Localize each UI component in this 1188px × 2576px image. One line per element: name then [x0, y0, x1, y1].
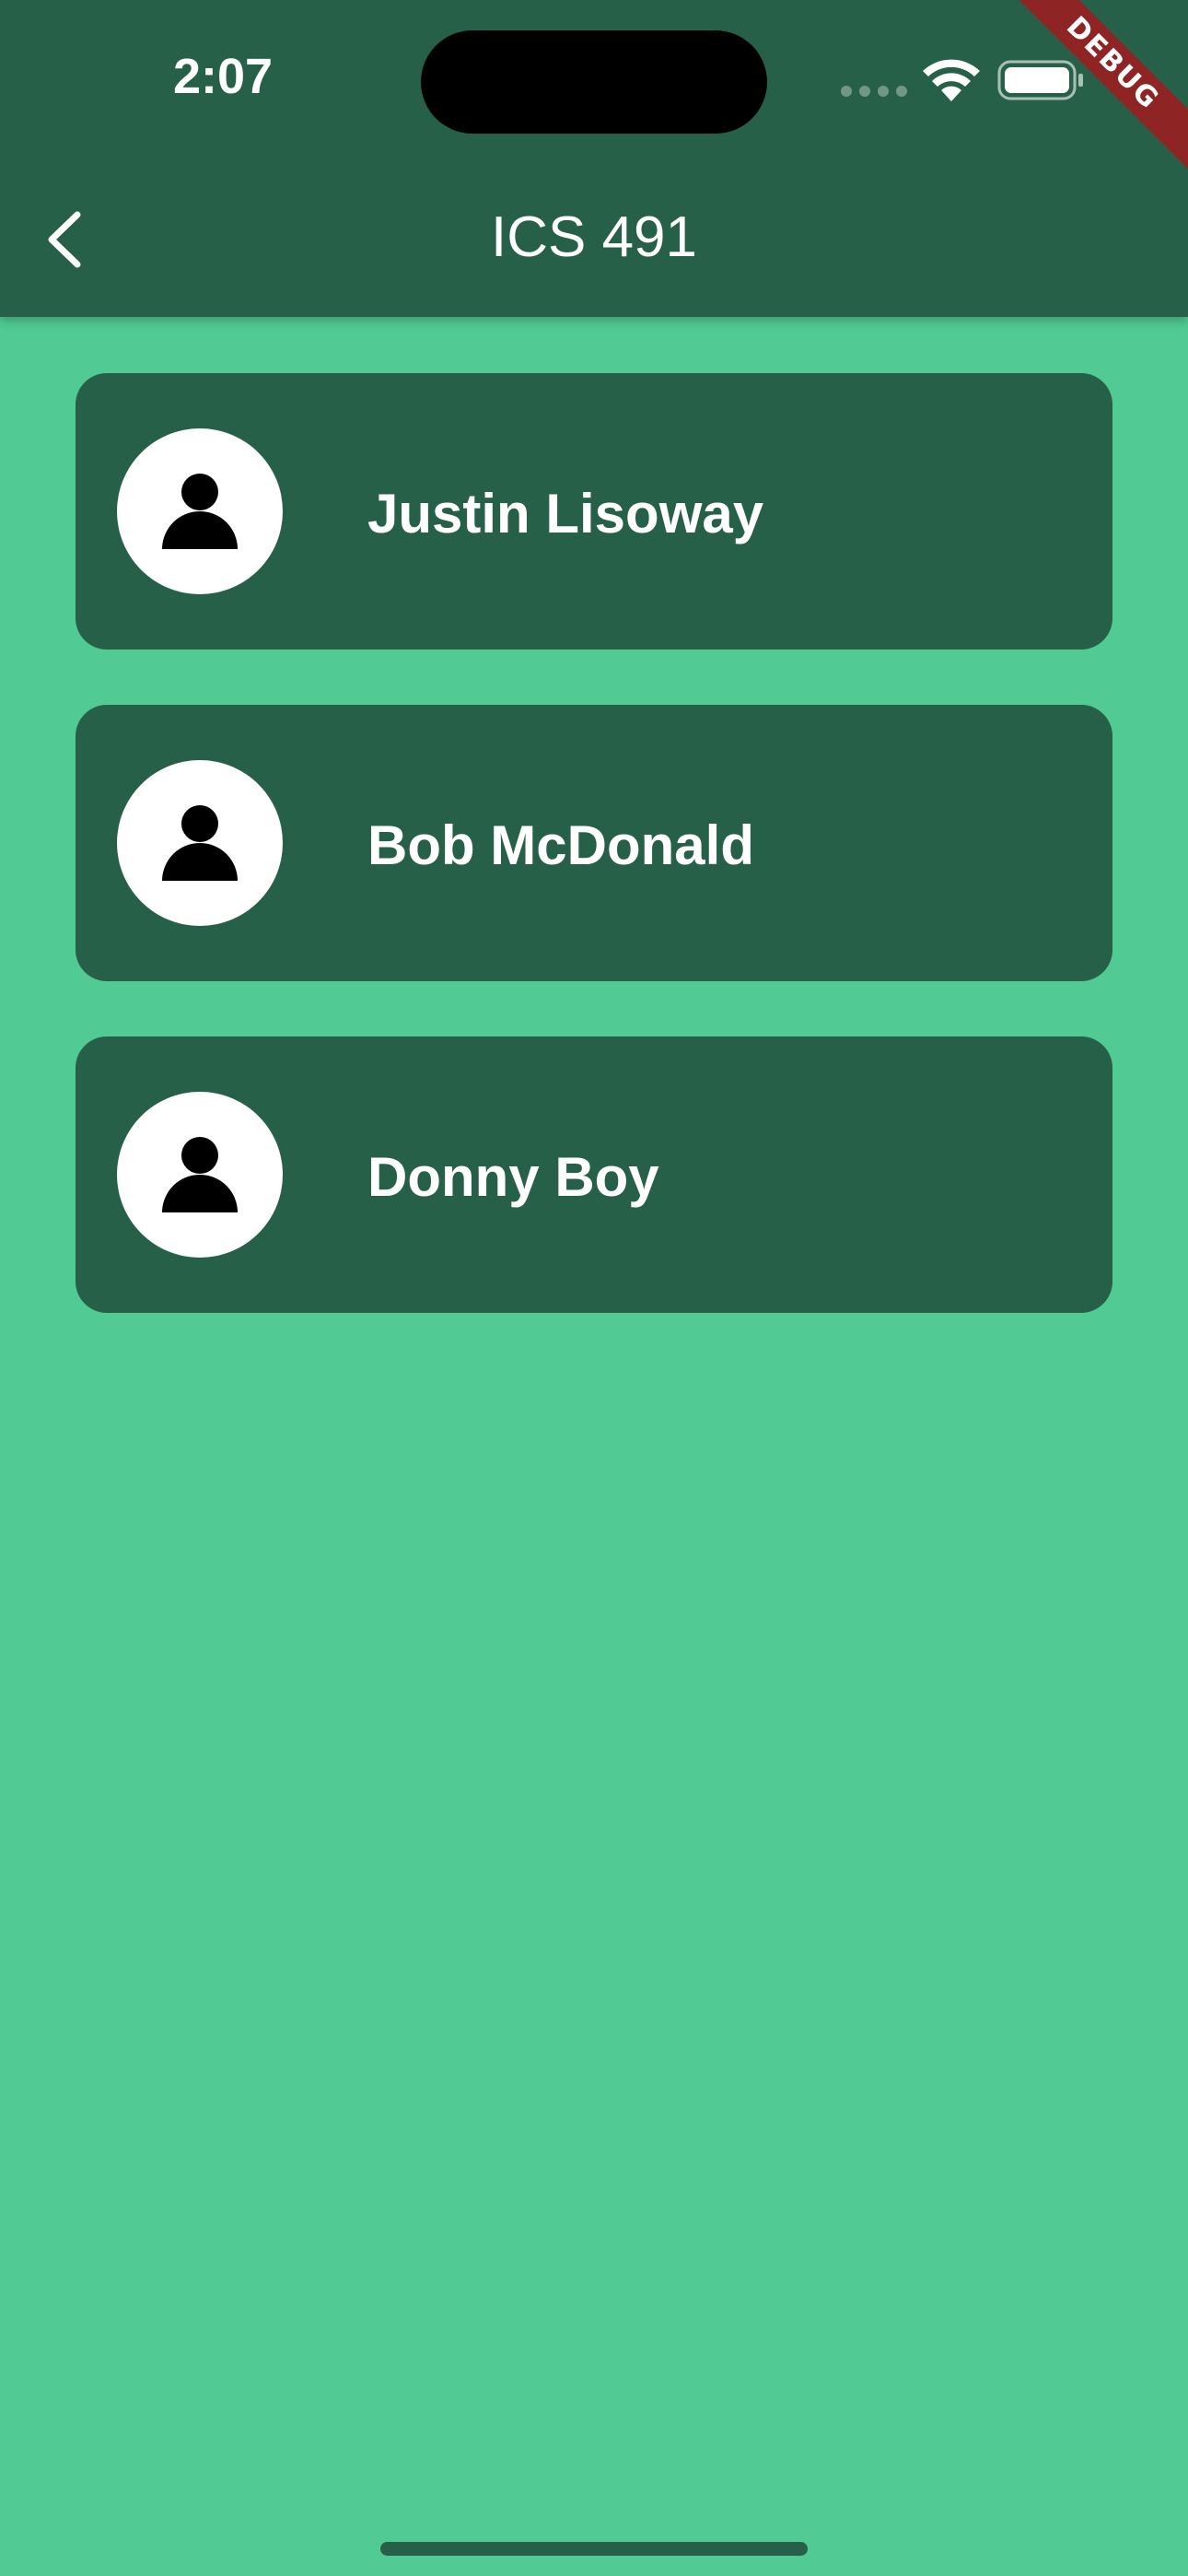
person-icon	[162, 805, 238, 881]
page-title: ICS 491	[490, 205, 698, 269]
contact-card[interactable]: Donny Boy	[76, 1036, 1112, 1313]
avatar	[117, 428, 283, 594]
battery-icon	[997, 60, 1086, 105]
screen: 2:07 ICS 491 DEBUG Justin Lisoway Bob Mc…	[0, 0, 1188, 2576]
wifi-icon	[921, 57, 982, 108]
contact-card[interactable]: Justin Lisoway	[76, 373, 1112, 650]
contact-list: Justin Lisoway Bob McDonald Donny Boy	[76, 373, 1112, 1368]
app-bar: 2:07 ICS 491	[0, 0, 1188, 317]
avatar	[117, 760, 283, 926]
contact-name: Bob McDonald	[367, 814, 754, 876]
avatar	[117, 1092, 283, 1258]
contact-card[interactable]: Bob McDonald	[76, 705, 1112, 981]
status-time: 2:07	[173, 49, 274, 104]
person-icon	[162, 474, 238, 549]
cellular-signal-icon	[841, 86, 907, 97]
home-indicator[interactable]	[380, 2542, 808, 2556]
contact-name: Donny Boy	[367, 1146, 659, 1208]
contact-name: Justin Lisoway	[367, 483, 764, 544]
dynamic-island	[421, 30, 767, 134]
person-icon	[162, 1137, 238, 1212]
